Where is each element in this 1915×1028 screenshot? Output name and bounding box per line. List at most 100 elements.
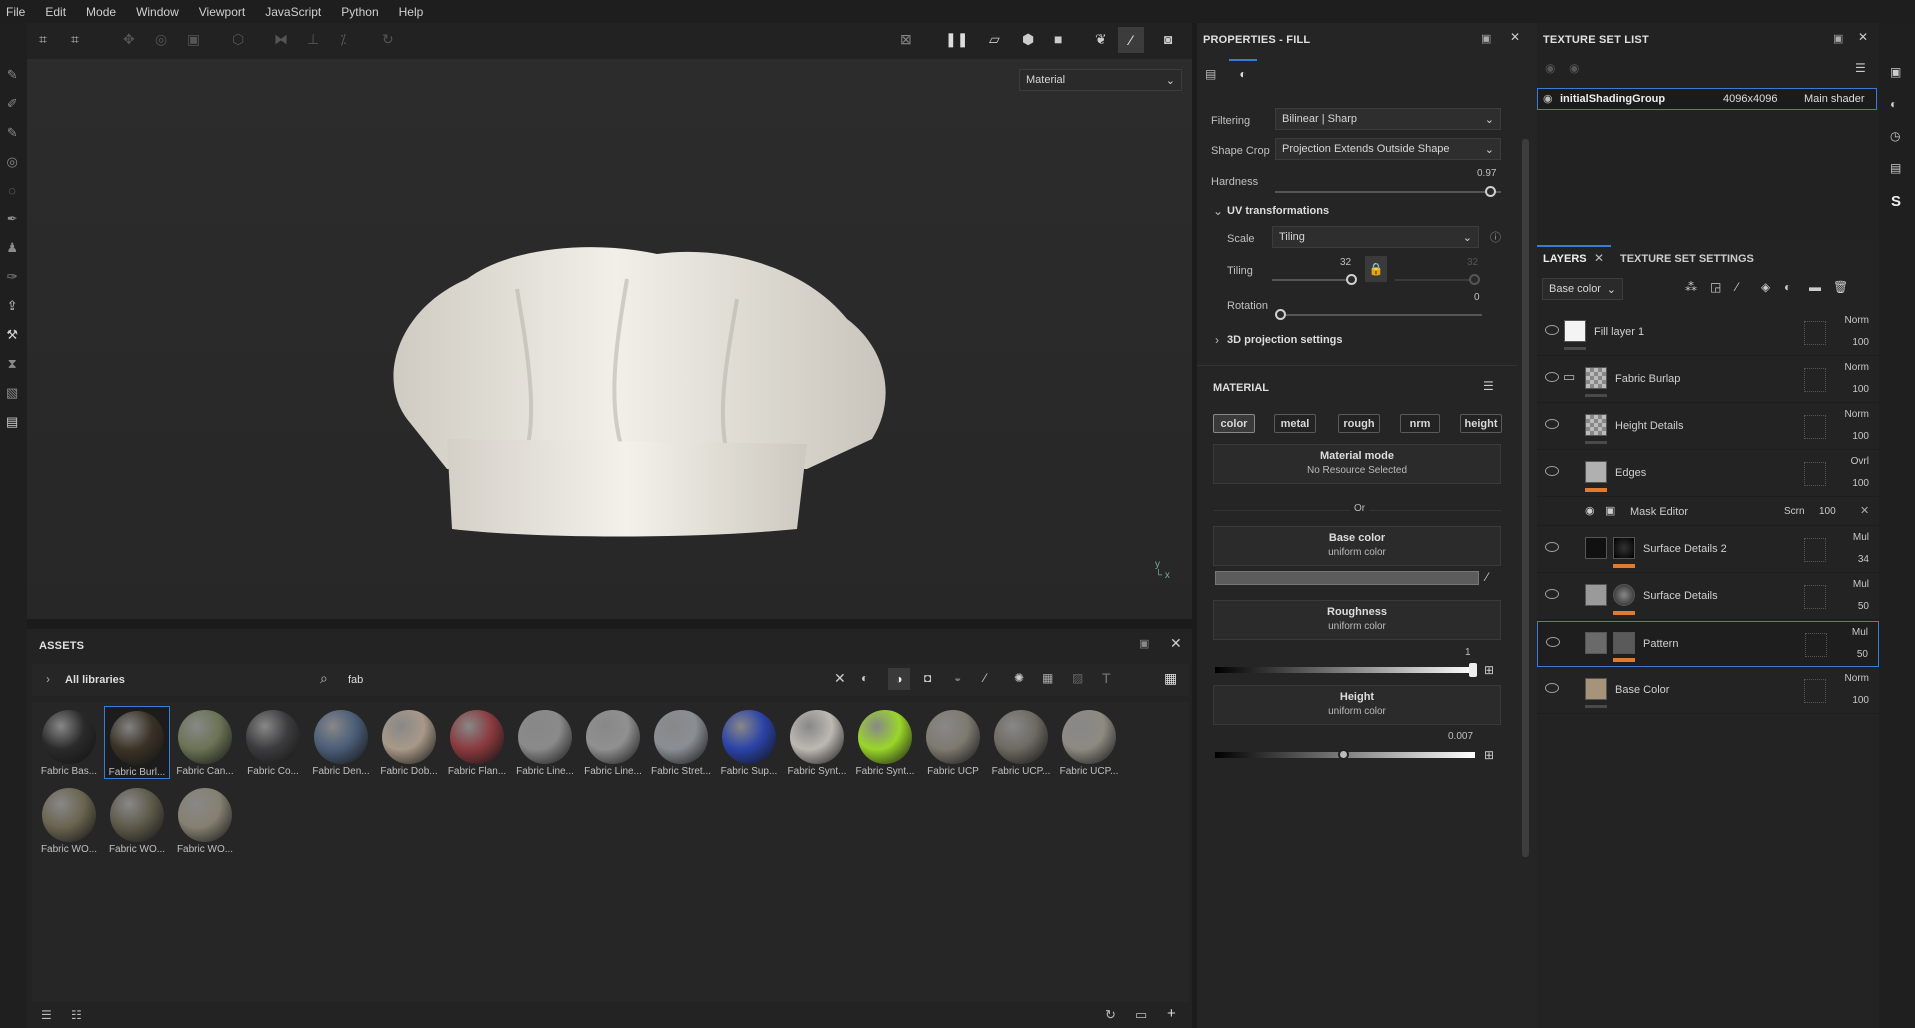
eye-icon[interactable] (1546, 637, 1560, 647)
close-icon[interactable]: ✕ (1594, 251, 1604, 265)
mask-editor-blend[interactable]: Scrn (1784, 506, 1805, 517)
layer-row[interactable]: Height Details Norm 100 (1537, 404, 1879, 450)
asset-thumbnail[interactable]: Fabric Den... (308, 706, 374, 777)
tiling-slider-2[interactable] (1395, 279, 1480, 281)
brush-mode-icon[interactable]: ⁄ (1118, 27, 1144, 53)
eye-icon[interactable] (1545, 419, 1559, 429)
close-icon[interactable]: ✕ (1510, 30, 1520, 44)
eye-icon[interactable] (1545, 542, 1559, 552)
add-fill-layer-icon[interactable]: ◈ (1761, 280, 1770, 294)
close-icon[interactable]: ✕ (1170, 635, 1182, 652)
lock-icon[interactable]: 🔒 (1365, 256, 1387, 282)
asset-thumbnail[interactable]: Fabric Co... (240, 706, 306, 777)
smudge-icon[interactable]: ◌ (6, 183, 18, 198)
layer-blend-mode[interactable]: Norm (1845, 409, 1869, 420)
layer-opacity[interactable]: 100 (1852, 337, 1869, 348)
eye-icon[interactable]: ◉ (1543, 92, 1553, 105)
asset-thumbnail[interactable]: Fabric Dob... (376, 706, 442, 777)
rotation-slider[interactable] (1277, 314, 1482, 316)
screenshot-icon[interactable]: ◙ (1164, 31, 1172, 47)
filter-grid-icon[interactable]: ▦ (1042, 671, 1053, 685)
view-3d-icon[interactable]: ⬢ (1022, 31, 1034, 48)
display-settings-icon[interactable]: ▣ (1890, 65, 1901, 79)
layer-row[interactable]: Fill layer 1 Norm 100 (1537, 310, 1879, 356)
material-mode-box[interactable]: Material mode No Resource Selected (1213, 444, 1501, 484)
channel-color[interactable]: color (1213, 414, 1255, 433)
layer-opacity[interactable]: 100 (1852, 431, 1869, 442)
channel-metal[interactable]: metal (1274, 414, 1316, 433)
filter-text-icon[interactable]: T (1102, 670, 1111, 686)
material-props-icon[interactable]: ◐ (1229, 59, 1257, 86)
chevron-down-icon[interactable]: ⌄ (1213, 204, 1223, 218)
tab-texture-set-settings[interactable]: TEXTURE SET SETTINGS (1620, 253, 1754, 265)
view-grid-icon[interactable]: ▦ (1164, 670, 1177, 687)
properties-scrollbar[interactable] (1522, 139, 1529, 857)
float-icon[interactable]: ▣ (1139, 637, 1149, 650)
hourglass-icon[interactable]: ⧗ (6, 356, 18, 372)
asset-thumbnail[interactable]: Fabric Sup... (716, 706, 782, 777)
material-menu-icon[interactable]: ☰ (1483, 379, 1494, 393)
settings-menu-icon[interactable]: ☰ (1855, 61, 1866, 75)
uv-toggle-icon[interactable]: ⊠ (900, 31, 912, 48)
layer-blend-mode[interactable]: Ovrl (1851, 456, 1869, 467)
add-paint-layer-icon[interactable]: ⁄ (1736, 280, 1738, 294)
filter-mask-icon[interactable]: ◘ (924, 671, 931, 685)
menu-python[interactable]: Python (341, 5, 378, 19)
mask-slot[interactable] (1804, 462, 1826, 486)
rotate-icon[interactable]: ◎ (155, 31, 167, 48)
list-view-icon[interactable]: ☰ (41, 1008, 52, 1022)
filter-image-icon[interactable]: ▨ (1072, 671, 1083, 685)
layer-blend-mode[interactable]: Norm (1845, 362, 1869, 373)
shape-crop-select[interactable]: Projection Extends Outside Shape ⌄ (1275, 138, 1501, 160)
mask-slot[interactable] (1804, 368, 1826, 392)
snap-icon[interactable]: ⁒ (340, 31, 346, 48)
mask-slot[interactable] (1805, 633, 1827, 657)
transform-uv-icon[interactable]: ⌗ (71, 31, 79, 48)
tiling-knob[interactable] (1346, 274, 1357, 285)
layer-blend-mode[interactable]: Mul (1853, 579, 1869, 590)
scale-icon[interactable]: ▣ (187, 31, 200, 48)
layer-opacity[interactable]: 100 (1852, 695, 1869, 706)
environment-icon[interactable]: ❦ (1095, 31, 1107, 48)
refresh-icon[interactable]: ↻ (1105, 1007, 1116, 1023)
search-input[interactable]: fab (348, 674, 363, 686)
shader-settings-icon[interactable]: ◐ (1890, 97, 1897, 111)
layer-blend-mode[interactable]: Mul (1853, 532, 1869, 543)
asset-thumbnail[interactable]: Fabric WO... (36, 784, 102, 855)
height-box[interactable]: Height uniform color (1213, 685, 1501, 725)
close-icon[interactable]: ✕ (1858, 30, 1868, 44)
info-icon[interactable]: ⓘ (1490, 229, 1501, 245)
layer-blend-mode[interactable]: Norm (1845, 315, 1869, 326)
log-icon[interactable]: ▤ (1890, 161, 1901, 175)
float-icon[interactable]: ▣ (1833, 32, 1843, 45)
filtering-select[interactable]: Bilinear | Sharp ⌄ (1275, 108, 1501, 130)
eye-icon[interactable] (1545, 325, 1559, 335)
texture-set-row[interactable]: ◉ initialShadingGroup 4096x4096 Main sha… (1537, 88, 1877, 110)
transform-icon[interactable]: ⌗ (39, 31, 47, 48)
uv-icon[interactable]: ▧ (6, 385, 18, 401)
eyedropper-icon[interactable]: ⁄ (1486, 570, 1488, 584)
history-icon[interactable]: ↻ (382, 31, 394, 48)
close-icon[interactable]: ✕ (1860, 504, 1869, 517)
align-icon[interactable]: ⊥ (307, 31, 319, 48)
menu-window[interactable]: Window (136, 5, 179, 19)
mask-slot[interactable] (1804, 538, 1826, 562)
filter-smart-icon[interactable]: ◑ (888, 668, 910, 690)
asset-thumbnail[interactable]: Fabric Bas... (36, 706, 102, 777)
clear-search-icon[interactable]: ✕ (834, 670, 846, 687)
filter-brush-icon[interactable]: ⁄ (984, 671, 986, 685)
channel-select[interactable]: Base color ⌄ (1542, 278, 1623, 300)
eye-icon[interactable]: ◉ (1585, 504, 1595, 517)
move-icon[interactable]: ✥ (123, 31, 135, 48)
menu-edit[interactable]: Edit (45, 5, 66, 19)
base-color-swatch[interactable] (1215, 571, 1479, 585)
mask-slot[interactable] (1804, 585, 1826, 609)
tiling-slider[interactable] (1272, 279, 1352, 281)
eye-icon[interactable] (1545, 683, 1559, 693)
layer-row[interactable]: ▭ Fabric Burlap Norm 100 (1537, 357, 1879, 403)
eye-icon[interactable] (1545, 372, 1559, 382)
link-icon[interactable]: ⊞ (1484, 748, 1494, 762)
layer-row-selected[interactable]: Pattern Mul 50 (1537, 621, 1879, 667)
paint-brush-icon[interactable]: ✎ (6, 67, 18, 83)
stamp-icon[interactable]: ♟ (6, 240, 18, 256)
